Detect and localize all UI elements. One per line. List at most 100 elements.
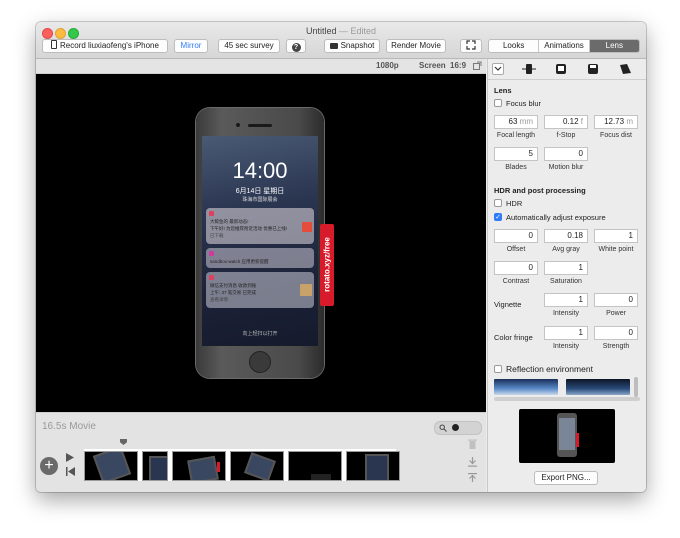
color-fringe-strength-label: Strength <box>602 343 630 350</box>
status-bar <box>202 138 318 144</box>
motion-blur-field[interactable]: 0 <box>544 147 588 161</box>
trash-icon[interactable] <box>468 439 477 449</box>
preview-canvas[interactable]: 14:00 6月14日 星期日 珠海市国际展会 大鲸鱼的 最新动态! 下午好! … <box>36 74 486 412</box>
upload-icon[interactable] <box>468 473 477 483</box>
phone-front-icon[interactable] <box>554 63 568 75</box>
vignette-power-field[interactable]: 0 <box>594 293 638 307</box>
export-png-label: Export PNG... <box>541 473 591 482</box>
mirror-button[interactable]: Mirror <box>174 39 208 53</box>
watermark-text: rotato.xyz/free <box>322 237 332 292</box>
fstop-value: 0.12 <box>562 117 579 126</box>
notification-thumb <box>302 222 312 232</box>
snapshot-label: Snapshot <box>340 41 375 50</box>
focus-dist-field[interactable]: 12.73 m <box>594 115 638 129</box>
phone-top-icon[interactable] <box>586 63 600 75</box>
auto-exposure-checkbox[interactable]: ✓ <box>494 213 502 221</box>
tab-lens[interactable]: Lens <box>589 40 639 52</box>
environment-scrollbar[interactable] <box>494 397 640 401</box>
clip-thumbnail[interactable] <box>142 451 168 481</box>
vignette-intensity-field[interactable]: 1 <box>544 293 588 307</box>
home-button[interactable] <box>249 351 271 373</box>
notification-footer: 已下载 <box>210 233 224 238</box>
add-clip-button[interactable]: + <box>40 457 58 475</box>
rewind-icon[interactable] <box>66 467 75 476</box>
color-fringe-intensity-field[interactable]: 1 <box>544 326 588 340</box>
playhead-marker[interactable] <box>120 439 127 445</box>
offset-label: Offset <box>506 246 526 253</box>
resolution-label[interactable]: 1080p <box>376 61 399 70</box>
movie-duration-title: 16.5s Movie <box>42 421 96 432</box>
clip-phone-shape <box>92 452 132 480</box>
help-button[interactable]: ? <box>286 39 306 53</box>
hdr-section-title: HDR and post processing <box>494 186 586 195</box>
lock-date: 6月14日 星期日 <box>235 188 285 195</box>
clip-phone-shape <box>187 455 219 480</box>
aspect-ratio-label[interactable]: 16:9 <box>450 61 466 70</box>
help-icon: ? <box>291 43 301 52</box>
clip-strip <box>84 449 400 481</box>
app-icon <box>209 275 214 280</box>
app-icon <box>209 251 214 256</box>
clip-thumbnail[interactable] <box>346 451 400 481</box>
notification-card[interactable]: 微信支付消息 收款到账 上午: 37 笔交易 已完成 查看详情 <box>206 272 314 308</box>
reflection-environment-label: Reflection environment <box>506 364 593 374</box>
avg-gray-field[interactable]: 0.18 <box>544 229 588 243</box>
fstop-label: f-Stop <box>556 132 576 139</box>
play-icon[interactable] <box>66 453 74 462</box>
phone-angle-icon[interactable] <box>618 63 632 75</box>
download-icon[interactable] <box>468 457 477 467</box>
swipe-hint: 向上轻扫以打开 <box>242 331 278 337</box>
focus-blur-checkbox[interactable] <box>494 99 502 107</box>
tab-looks[interactable]: Looks <box>489 40 540 52</box>
screen-label: Screen <box>419 61 446 70</box>
contrast-field[interactable]: 0 <box>494 261 538 275</box>
app-icon <box>209 211 214 216</box>
camera-side-icon[interactable] <box>522 63 536 75</box>
export-png-button[interactable]: Export PNG... <box>534 471 598 485</box>
snapshot-button[interactable]: Snapshot <box>324 39 380 53</box>
lens-presets-bar <box>488 59 646 80</box>
environment-vertical-scrollbar[interactable] <box>634 377 638 397</box>
clip-thumbnail[interactable] <box>288 451 342 481</box>
clip-thumbnail[interactable] <box>230 451 284 481</box>
survey-button[interactable]: 45 sec survey <box>218 39 280 53</box>
clip-phone-shape <box>365 454 389 480</box>
reflection-environment-checkbox[interactable] <box>494 365 502 373</box>
hdr-checkbox[interactable] <box>494 199 502 207</box>
offset-field[interactable]: 0 <box>494 229 538 243</box>
saturation-label: Saturation <box>550 278 582 285</box>
motion-blur-label: Motion blur <box>548 164 584 171</box>
environment-thumbnail[interactable] <box>494 379 558 395</box>
vignette-label: Vignette <box>494 300 522 309</box>
focal-length-field[interactable]: 63 mm <box>494 115 538 129</box>
lens-dropdown-button[interactable] <box>492 63 504 75</box>
notification-title: sandbox-watch 应用更新提醒 <box>210 259 269 264</box>
document-name: Untitled <box>305 26 337 36</box>
focal-length-label: Focal length <box>496 132 536 139</box>
title-bar: Untitled — Edited Record liuxiaofeng's i… <box>36 22 646 59</box>
timeline-zoom-slider[interactable] <box>434 421 482 435</box>
notification-card[interactable]: sandbox-watch 应用更新提醒 <box>206 248 314 268</box>
clip-thumbnail[interactable] <box>172 451 226 481</box>
slider-knob[interactable] <box>452 424 459 431</box>
saturation-field[interactable]: 1 <box>544 261 588 275</box>
color-fringe-strength-field[interactable]: 0 <box>594 326 638 340</box>
clip-thumbnail[interactable] <box>84 451 138 481</box>
record-device-button[interactable]: Record liuxiaofeng's iPhone <box>42 39 168 53</box>
color-fringe-intensity-label: Intensity <box>552 343 580 350</box>
crop-icon[interactable] <box>472 61 482 71</box>
tab-animations[interactable]: Animations <box>539 40 590 52</box>
notification-card[interactable]: 大鲸鱼的 最新动态! 下午好! 为您推荐附近活动 优惠已上线! 已下载 <box>206 208 314 244</box>
speaker-grille <box>248 124 272 127</box>
lens-section-title: Lens <box>494 86 512 95</box>
render-movie-button[interactable]: Render Movie <box>386 39 446 53</box>
blades-field[interactable]: 5 <box>494 147 538 161</box>
white-point-label: White point <box>598 246 634 253</box>
environment-thumbnail[interactable] <box>566 379 630 395</box>
white-point-field[interactable]: 1 <box>594 229 638 243</box>
preview-watermark <box>576 433 579 447</box>
fullscreen-button[interactable] <box>460 39 482 53</box>
iphone-mockup[interactable]: 14:00 6月14日 星期日 珠海市国际展会 大鲸鱼的 最新动态! 下午好! … <box>196 108 334 378</box>
fstop-field[interactable]: 0.12 f <box>544 115 588 129</box>
chevron-down-icon <box>494 66 502 71</box>
